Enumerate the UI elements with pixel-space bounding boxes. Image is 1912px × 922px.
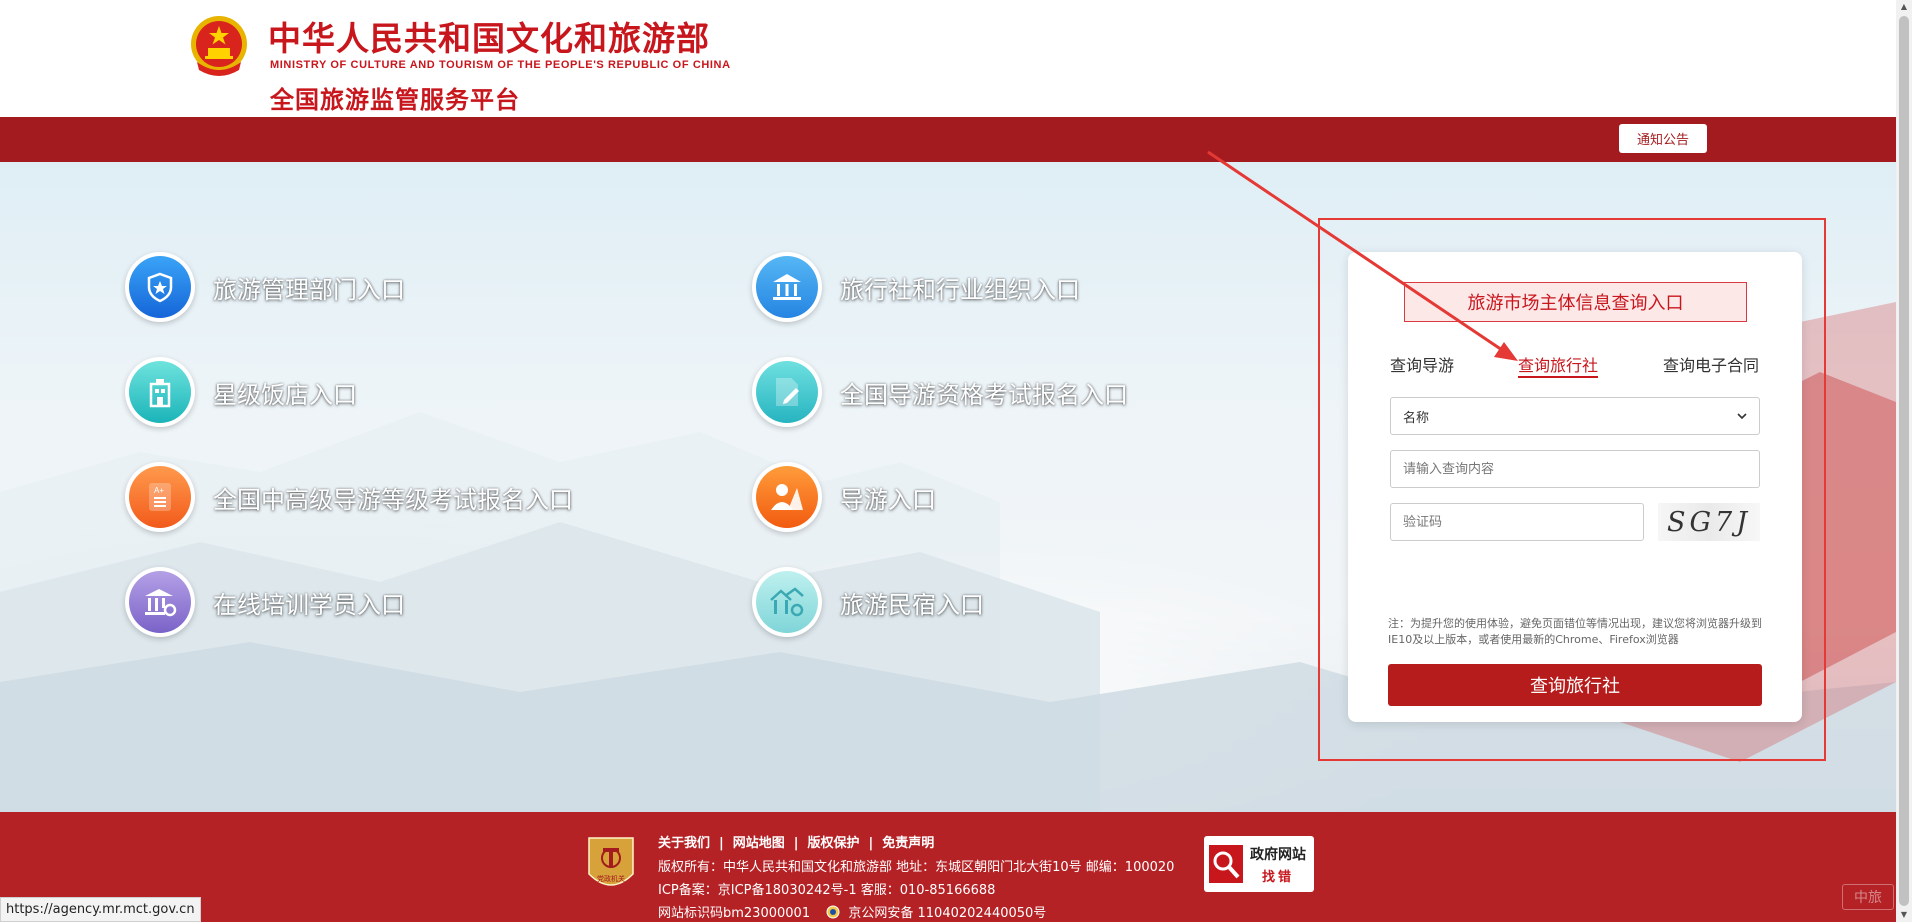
entry-label: 旅游管理部门入口: [213, 275, 405, 304]
entry-homestay[interactable]: 旅游民宿入口: [752, 567, 984, 637]
entry-tour-guide[interactable]: 导游入口: [752, 462, 936, 532]
ministry-name-cn: 中华人民共和国文化和旅游部: [268, 19, 710, 58]
footer-link-sitemap[interactable]: 网站地图: [733, 836, 785, 851]
police-badge-icon: [826, 905, 840, 919]
footer-link-copyright[interactable]: 版权保护: [808, 836, 860, 851]
query-type-value: 名称: [1403, 410, 1430, 426]
tab-query-guide[interactable]: 查询导游: [1390, 352, 1454, 376]
shield-icon: [147, 272, 173, 303]
footer-copyright: 版权所有：中华人民共和国文化和旅游部 地址：东城区朝阳门北大街10号 邮编：10…: [658, 860, 1175, 875]
scrollbar-thumb[interactable]: [1899, 16, 1909, 906]
entry-label: 星级饭店入口: [213, 380, 357, 409]
party-government-logo-icon: 党政机关: [588, 837, 634, 886]
svg-text:A+: A+: [154, 486, 164, 495]
entry-label: 全国中高级导游等级考试报名入口: [213, 485, 573, 514]
homestay-icon: [770, 587, 804, 617]
hotel-icon: [149, 379, 171, 408]
training-icon: [145, 589, 177, 617]
entry-tourism-admin[interactable]: 旅游管理部门入口: [125, 252, 405, 322]
footer-police-record[interactable]: 京公网安备 11040202440050号: [848, 906, 1046, 921]
site-header: 中华人民共和国文化和旅游部 MINISTRY OF CULTURE AND TO…: [0, 0, 1896, 117]
nav-bar: 通知公告: [0, 117, 1896, 162]
query-card-title: 旅游市场主体信息查询入口: [1404, 282, 1747, 322]
site-footer: 党政机关 关于我们 | 网站地图 | 版权保护 | 免责声明 版权所有：中华人民共和国文化和…: [0, 812, 1896, 922]
exam-doc-icon: A+: [149, 483, 171, 511]
search-input[interactable]: [1390, 450, 1760, 488]
status-bar-url: https://agency.mr.mct.gov.cn: [0, 897, 201, 922]
browser-note: 注：为提升您的使用体验，避免页面错位等情况出现，建议您将浏览器升级到IE10及以…: [1388, 617, 1762, 646]
query-agency-button[interactable]: 查询旅行社: [1388, 664, 1762, 706]
scroll-up-arrow-icon[interactable]: ▲: [1899, 2, 1909, 12]
edit-doc-icon: [776, 378, 799, 406]
captcha-input[interactable]: [1390, 503, 1644, 541]
captcha-image[interactable]: SG7J: [1658, 503, 1760, 541]
query-card: 旅游市场主体信息查询入口 查询导游 查询旅行社 查询电子合同 名称 SG7J 注…: [1348, 252, 1802, 722]
entry-guide-qualification-exam[interactable]: 全国导游资格考试报名入口: [752, 357, 1128, 427]
entry-label: 导游入口: [840, 485, 936, 514]
tab-query-e-contract[interactable]: 查询电子合同: [1663, 352, 1759, 376]
footer-site-id: 网站标识码bm23000001 京公网安备 11040202440050号: [658, 902, 1046, 921]
gov-badge-title: 政府网站: [1250, 846, 1306, 863]
entry-label: 全国导游资格考试报名入口: [840, 380, 1128, 409]
footer-site-id-text: 网站标识码bm23000001: [658, 906, 811, 921]
gov-error-report-badge[interactable]: 政府网站 找错: [1204, 836, 1314, 892]
entry-label: 旅行社和行业组织入口: [840, 275, 1080, 304]
ministry-name-en: MINISTRY OF CULTURE AND TOURISM OF THE P…: [270, 59, 731, 71]
entry-guide-level-exam[interactable]: A+ 全国中高级导游等级考试报名入口: [125, 462, 573, 532]
gov-badge-subtitle: 找错: [1261, 869, 1294, 885]
notice-button[interactable]: 通知公告: [1619, 124, 1707, 153]
entry-label: 旅游民宿入口: [840, 590, 984, 619]
entry-label: 在线培训学员入口: [213, 590, 405, 619]
party-logo-text: 党政机关: [597, 874, 625, 883]
chevron-down-icon: [1737, 413, 1747, 420]
footer-icp: ICP备案：京ICP备18030242号-1 客服：010-85166688: [658, 883, 996, 898]
agency-building-icon: [773, 274, 801, 300]
platform-name: 全国旅游监管服务平台: [270, 86, 520, 114]
footer-link-about[interactable]: 关于我们: [658, 836, 710, 851]
footer-links: 关于我们 | 网站地图 | 版权保护 | 免责声明: [658, 836, 935, 851]
tab-query-agency[interactable]: 查询旅行社: [1518, 352, 1598, 376]
active-tab-underline: [1518, 376, 1598, 378]
entry-online-training[interactable]: 在线培训学员入口: [125, 567, 405, 637]
footer-link-disclaimer[interactable]: 免责声明: [882, 836, 934, 851]
scroll-down-arrow-icon[interactable]: ▼: [1899, 910, 1909, 920]
query-type-select[interactable]: 名称: [1390, 397, 1760, 435]
magnifier-icon: [1209, 845, 1243, 883]
entry-travel-agency[interactable]: 旅行社和行业组织入口: [752, 252, 1080, 322]
entry-star-hotel[interactable]: 星级饭店入口: [125, 357, 357, 427]
guide-icon: [771, 484, 803, 510]
corner-watermark: 中旅: [1842, 884, 1894, 910]
national-emblem-icon: [191, 16, 247, 76]
